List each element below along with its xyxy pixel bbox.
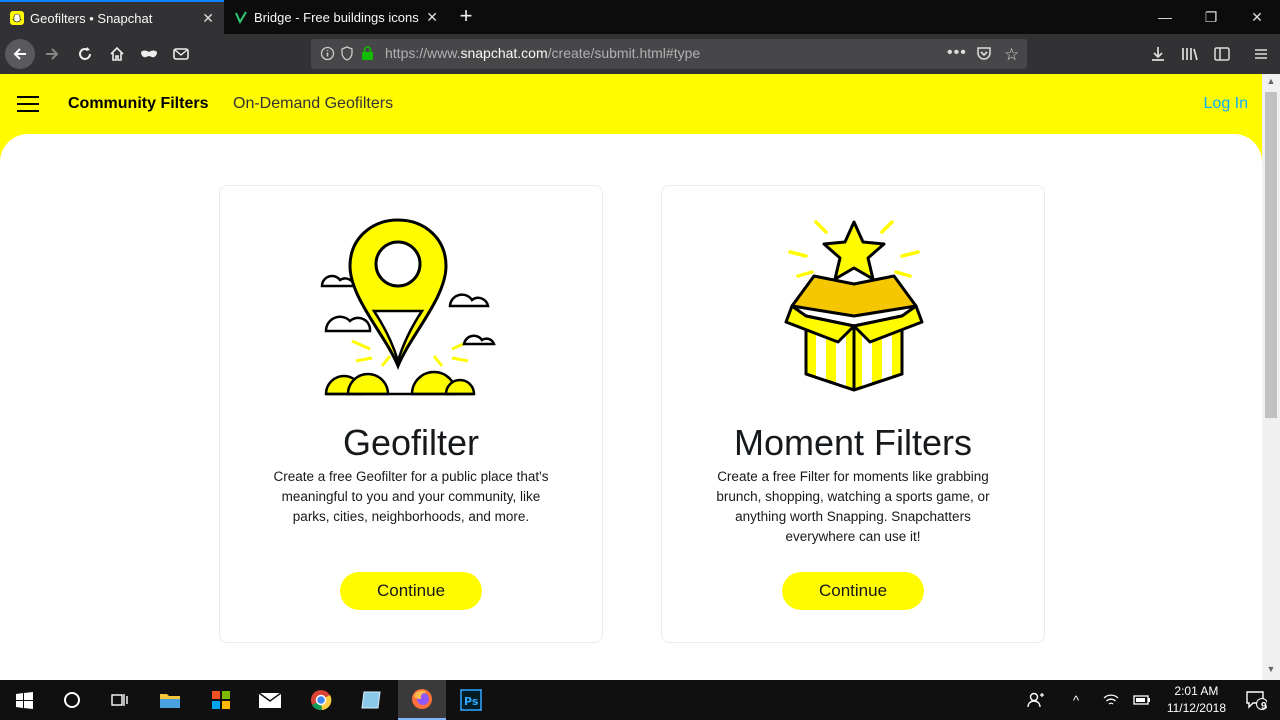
notification-count: 9 — [1261, 701, 1267, 712]
clock-time: 2:01 AM — [1174, 684, 1219, 698]
card-title: Moment Filters — [733, 422, 973, 463]
firefox-icon[interactable] — [398, 680, 446, 720]
windows-taskbar: Ps ^ 2:01 AM 11/12/2018 9 — [0, 680, 1280, 720]
tab-title: Geofilters • Snapchat — [30, 10, 153, 26]
page-scrollbar[interactable]: ▲ ▼ — [1262, 74, 1280, 680]
snapchat-favicon-icon — [10, 11, 24, 25]
card-title: Geofilter — [342, 422, 480, 463]
chrome-icon[interactable] — [297, 680, 345, 720]
tracking-shield-icon[interactable] — [340, 46, 354, 66]
action-center-icon[interactable]: 9 — [1232, 680, 1280, 720]
notepad-app-icon[interactable] — [347, 680, 395, 720]
task-view-icon[interactable] — [96, 680, 144, 720]
private-mask-icon[interactable] — [134, 39, 164, 69]
people-icon[interactable] — [1014, 680, 1058, 720]
hamburger-menu-icon[interactable] — [17, 96, 39, 112]
nav-on-demand-geofilters[interactable]: On-Demand Geofilters — [233, 95, 393, 113]
url-bar[interactable]: https://www.snapchat.com/create/submit.h… — [311, 39, 1027, 69]
library-icon[interactable] — [1175, 39, 1205, 69]
moment-filters-card[interactable]: Moment Filters Create a free Filter for … — [661, 185, 1045, 643]
clock-date: 11/12/2018 — [1166, 701, 1226, 715]
window-close-icon[interactable]: ✕ — [1234, 0, 1280, 34]
geofilter-pin-illustration-icon — [312, 216, 512, 406]
tab-geofilters[interactable]: Geofilters • Snapchat ✕ — [0, 0, 224, 34]
browser-tab-bar: Geofilters • Snapchat ✕ Bridge - Free bu… — [0, 0, 1280, 34]
store-icon[interactable] — [197, 680, 245, 720]
gift-box-star-illustration-icon — [754, 216, 954, 406]
mail-icon[interactable] — [166, 39, 196, 69]
battery-icon[interactable] — [1126, 680, 1158, 720]
lock-icon — [361, 46, 374, 66]
restore-icon[interactable]: ❐ — [1188, 0, 1234, 34]
nav-community-filters[interactable]: Community Filters — [68, 95, 208, 113]
url-text[interactable]: https://www.snapchat.com/create/submit.h… — [385, 45, 700, 61]
main-content: Geofilter Create a free Geofilter for a … — [0, 134, 1262, 680]
close-tab-icon[interactable]: ✕ — [202, 10, 214, 27]
download-icon[interactable] — [1143, 39, 1173, 69]
forward-icon[interactable] — [37, 39, 67, 69]
bridge-favicon-icon — [234, 10, 248, 24]
scroll-down-icon[interactable]: ▼ — [1262, 664, 1280, 680]
show-hidden-icons-icon[interactable]: ^ — [1058, 680, 1094, 720]
close-tab-icon[interactable]: ✕ — [426, 9, 438, 26]
card-description: Create a free Filter for moments like gr… — [716, 469, 990, 544]
new-tab-icon[interactable]: + — [456, 3, 476, 29]
menu-icon[interactable] — [1246, 39, 1276, 69]
wifi-icon[interactable] — [1094, 680, 1128, 720]
svg-text:Ps: Ps — [464, 695, 479, 708]
bookmark-star-icon[interactable]: ☆ — [1004, 45, 1019, 65]
page-actions-icon[interactable]: ••• — [947, 44, 967, 62]
scroll-thumb[interactable] — [1265, 92, 1277, 418]
reload-icon[interactable] — [70, 39, 100, 69]
photoshop-icon[interactable]: Ps — [447, 680, 495, 720]
home-icon[interactable] — [102, 39, 132, 69]
cortana-search-icon[interactable] — [48, 680, 96, 720]
browser-toolbar: https://www.snapchat.com/create/submit.h… — [0, 34, 1280, 74]
card-description: Create a free Geofilter for a public pla… — [273, 469, 549, 524]
moment-filters-continue-button[interactable]: Continue — [782, 572, 924, 610]
snapchat-page: Community Filters On-Demand Geofilters L… — [0, 74, 1262, 680]
sidebar-icon[interactable] — [1207, 39, 1237, 69]
scroll-up-icon[interactable]: ▲ — [1262, 76, 1280, 92]
mail-app-icon[interactable] — [246, 680, 294, 720]
back-icon[interactable] — [5, 39, 35, 69]
geofilter-continue-button[interactable]: Continue — [340, 572, 482, 610]
file-explorer-icon[interactable] — [146, 680, 194, 720]
login-link[interactable]: Log In — [1204, 95, 1248, 113]
site-header: Community Filters On-Demand Geofilters L… — [0, 74, 1262, 134]
tab-bridge[interactable]: Bridge - Free buildings icons ✕ — [224, 0, 448, 34]
tab-title: Bridge - Free buildings icons — [254, 9, 419, 25]
windows-start-icon[interactable] — [0, 680, 48, 720]
system-clock[interactable]: 2:01 AM 11/12/2018 — [1167, 683, 1226, 717]
geofilter-card[interactable]: Geofilter Create a free Geofilter for a … — [219, 185, 603, 643]
info-icon[interactable] — [320, 46, 335, 66]
minimize-icon[interactable]: — — [1142, 0, 1188, 34]
pocket-icon[interactable] — [976, 46, 992, 66]
